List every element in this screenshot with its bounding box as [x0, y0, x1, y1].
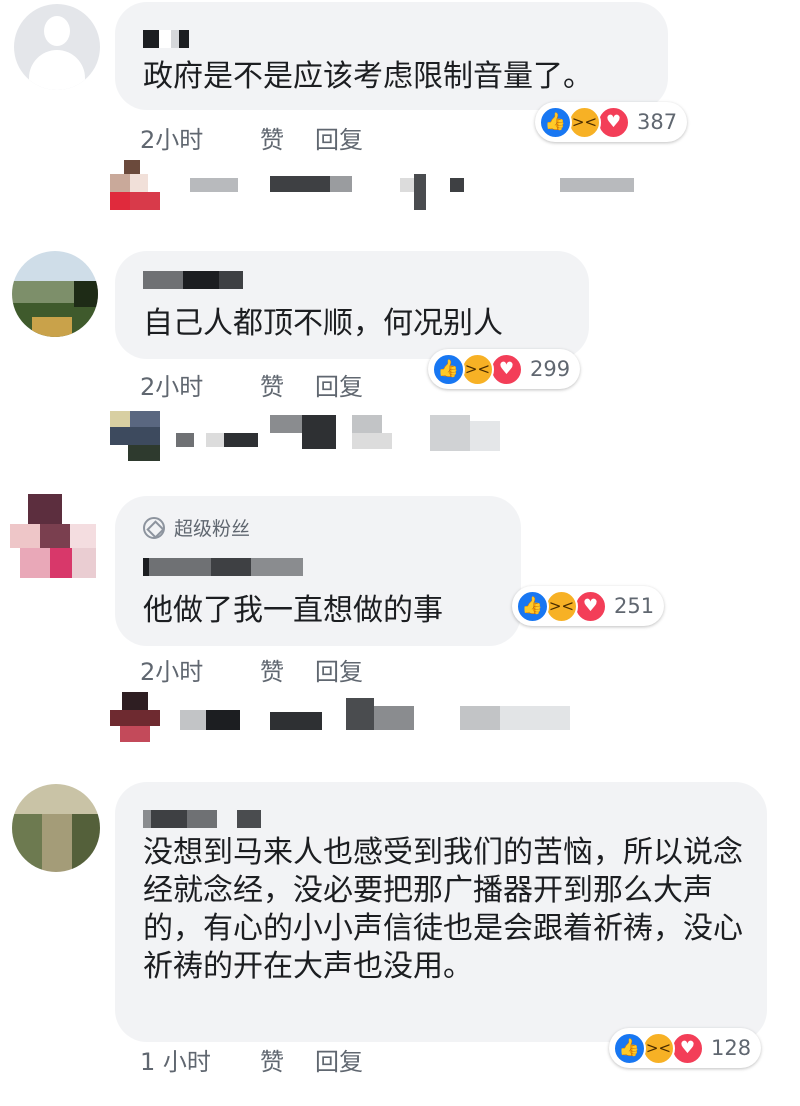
reaction-summary[interactable]: 👍 >< ♥ 387	[535, 102, 688, 142]
timestamp[interactable]: 2小时	[140, 367, 260, 402]
thumbs-up-icon: 👍	[613, 1031, 646, 1065]
comment-bubble[interactable]: 没想到马来人也感受到我们的苦恼，所以说念经就念经，没必要把那广播器开到那么大声的…	[115, 782, 767, 1042]
like-button[interactable]: 赞	[260, 652, 315, 687]
comment-actions: 2小时 赞 回复	[140, 120, 363, 155]
author-name-redacted[interactable]	[143, 30, 189, 48]
thumbs-up-icon: 👍	[539, 105, 572, 139]
comment-bubble[interactable]: 超级粉丝 他做了我一直想做的事	[115, 496, 521, 646]
reply-button[interactable]: 回复	[315, 120, 363, 155]
reply-avatar	[110, 160, 160, 210]
reaction-count: 128	[711, 1036, 752, 1060]
heart-icon: ♥	[671, 1031, 704, 1065]
default-avatar-body-icon	[29, 50, 85, 90]
default-avatar-head-icon	[44, 16, 70, 46]
heart-icon: ♥	[490, 352, 523, 386]
comment-text: 他做了我一直想做的事	[143, 593, 443, 628]
laughing-face-icon: ><	[461, 352, 494, 386]
comment-text: 政府是不是应该考虑限制音量了。	[143, 59, 593, 94]
thumbs-up-icon: 👍	[516, 589, 549, 623]
diamond-icon	[143, 516, 165, 539]
avatar[interactable]	[12, 784, 100, 872]
timestamp[interactable]: 2小时	[140, 652, 260, 687]
reaction-count: 299	[530, 357, 571, 381]
timestamp[interactable]: 1 小时	[140, 1042, 260, 1077]
like-button[interactable]: 赞	[260, 1042, 315, 1077]
heart-icon: ♥	[597, 105, 630, 139]
reaction-summary[interactable]: 👍 >< ♥ 128	[609, 1028, 762, 1068]
reply-button[interactable]: 回复	[315, 652, 363, 687]
author-name-redacted[interactable]	[143, 810, 261, 828]
reaction-count: 251	[614, 594, 655, 618]
avatar[interactable]	[12, 251, 98, 337]
author-name-redacted[interactable]	[143, 271, 243, 289]
reaction-count: 387	[637, 110, 678, 134]
timestamp[interactable]: 2小时	[140, 120, 260, 155]
comment-bubble[interactable]: 自己人都顶不顺，何况别人	[115, 251, 589, 359]
badge-label: 超级粉丝	[174, 518, 251, 540]
reply-button[interactable]: 回复	[315, 367, 363, 402]
comment-actions: 1 小时 赞 回复	[140, 1042, 363, 1077]
reply-avatar	[110, 692, 160, 742]
comment-actions: 2小时 赞 回复	[140, 652, 363, 687]
author-name-redacted[interactable]	[143, 558, 303, 576]
comment-actions: 2小时 赞 回复	[140, 367, 363, 402]
like-button[interactable]: 赞	[260, 120, 315, 155]
avatar[interactable]	[14, 4, 100, 90]
reaction-summary[interactable]: 👍 >< ♥ 299	[428, 349, 581, 389]
heart-icon: ♥	[574, 589, 607, 623]
like-button[interactable]: 赞	[260, 367, 315, 402]
avatar[interactable]	[10, 494, 96, 580]
reaction-summary[interactable]: 👍 >< ♥ 251	[512, 586, 665, 626]
comment-text: 自己人都顶不顺，何况别人	[143, 306, 503, 341]
reply-avatar	[110, 411, 160, 461]
reply-button[interactable]: 回复	[315, 1042, 363, 1077]
comment-text: 没想到马来人也感受到我们的苦恼，所以说念经就念经，没必要把那广播器开到那么大声的…	[143, 835, 743, 984]
thumbs-up-icon: 👍	[432, 352, 465, 386]
comment-bubble[interactable]: 政府是不是应该考虑限制音量了。	[115, 2, 668, 110]
top-fan-badge: 超级粉丝	[143, 514, 250, 541]
laughing-face-icon: ><	[545, 589, 578, 623]
laughing-face-icon: ><	[642, 1031, 675, 1065]
laughing-face-icon: ><	[568, 105, 601, 139]
